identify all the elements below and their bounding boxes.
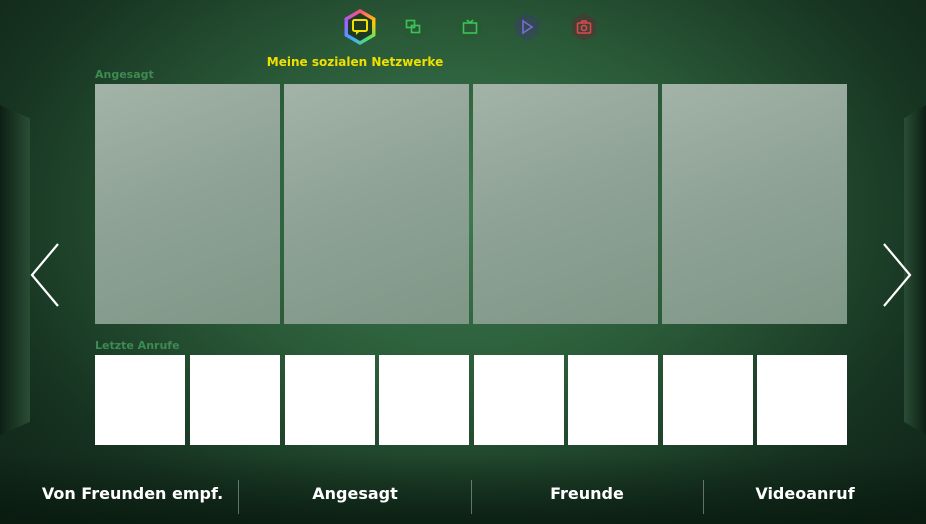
recent-calls-label: Letzte Anrufe (95, 339, 180, 352)
top-navigation: Meine sozialen Netzwerke (0, 8, 926, 69)
social-hub-icon[interactable] (341, 8, 379, 46)
recent-call-tile[interactable] (379, 355, 469, 445)
tv-icon[interactable] (455, 12, 485, 42)
featured-tile[interactable] (662, 84, 847, 324)
tab-video-call[interactable]: Videoanruf (704, 476, 906, 512)
recent-call-tile[interactable] (95, 355, 185, 445)
chevron-right-icon[interactable] (876, 240, 916, 310)
section-title: Meine sozialen Netzwerke (266, 55, 444, 69)
recent-call-tile[interactable] (474, 355, 564, 445)
tab-recommended-by-friends[interactable]: Von Freunden empf. (30, 476, 235, 512)
featured-tile[interactable] (284, 84, 469, 324)
recent-call-tile[interactable] (757, 355, 847, 445)
tab-friends[interactable]: Freunde (472, 476, 702, 512)
recent-call-tile[interactable] (285, 355, 375, 445)
recent-call-tile[interactable] (568, 355, 658, 445)
featured-tile[interactable] (473, 84, 658, 324)
featured-tile[interactable] (95, 84, 280, 324)
play-icon[interactable] (512, 12, 542, 42)
tab-trending[interactable]: Angesagt (240, 476, 470, 512)
recent-call-tile[interactable] (190, 355, 280, 445)
recent-call-tile[interactable] (663, 355, 753, 445)
camera-icon[interactable] (569, 12, 599, 42)
featured-label: Angesagt (95, 68, 154, 81)
multi-screen-icon[interactable] (398, 12, 428, 42)
bottom-navigation: Von Freunden empf. Angesagt Freunde Vide… (0, 464, 926, 524)
divider (238, 480, 239, 514)
chevron-left-icon[interactable] (26, 240, 66, 310)
